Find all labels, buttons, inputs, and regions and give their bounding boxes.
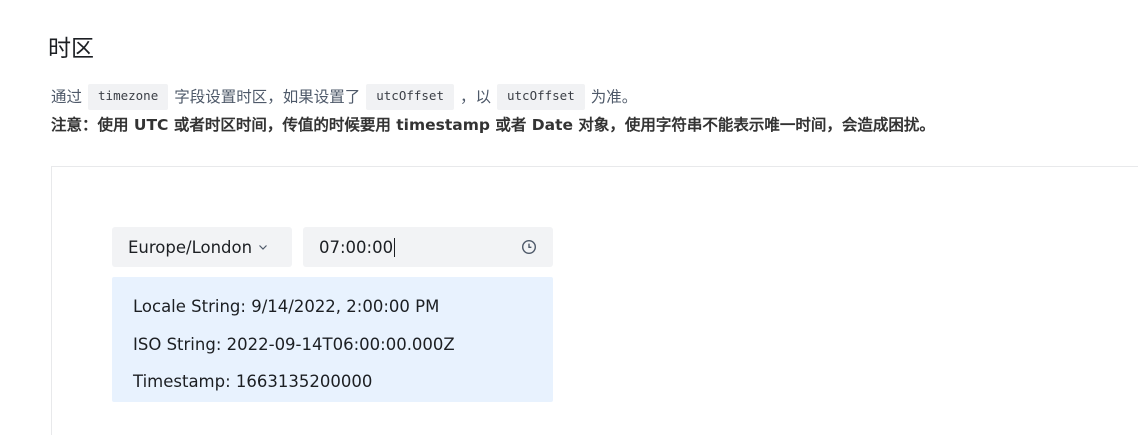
iso-string: ISO String: 2022-09-14T06:00:00.000Z xyxy=(133,334,455,354)
clock-icon[interactable] xyxy=(521,239,537,255)
code-utcoffset: utcOffset xyxy=(366,84,454,110)
time-picker-value: 07:00:00 xyxy=(319,237,394,257)
description-text: 为准。 xyxy=(590,88,638,106)
description-text: 通过 xyxy=(51,88,83,106)
timezone-select-value: Europe/London xyxy=(128,237,253,257)
description: 通过 timezone 字段设置时区，如果设置了 utcOffset ，以 utcOffs… xyxy=(51,84,637,110)
locale-string: Locale String: 9/14/2022, 2:00:00 PM xyxy=(133,297,440,316)
description-text: 字段设置时区，如果设置了 xyxy=(174,88,361,106)
text-caret xyxy=(394,237,396,257)
timestamp: Timestamp: 1663135200000 xyxy=(133,372,373,391)
chevron-down-icon xyxy=(258,242,268,252)
section-title: 时区 xyxy=(48,36,94,62)
code-utcoffset: utcOffset xyxy=(497,84,585,110)
description-text: ，以 xyxy=(459,88,491,106)
code-timezone: timezone xyxy=(88,84,169,110)
time-picker-input[interactable]: 07:00:00 xyxy=(303,227,553,267)
note-text: 注意：使用 UTC 或者时区时间，传值的时候要用 timestamp 或者 Da… xyxy=(51,116,935,134)
result-panel: Locale String: 9/14/2022, 2:00:00 PM ISO… xyxy=(112,277,553,402)
timezone-select[interactable]: Europe/London xyxy=(112,227,292,267)
page: 时区 通过 timezone 字段设置时区，如果设置了 utcOffset ，以 utcO… xyxy=(0,0,1138,435)
